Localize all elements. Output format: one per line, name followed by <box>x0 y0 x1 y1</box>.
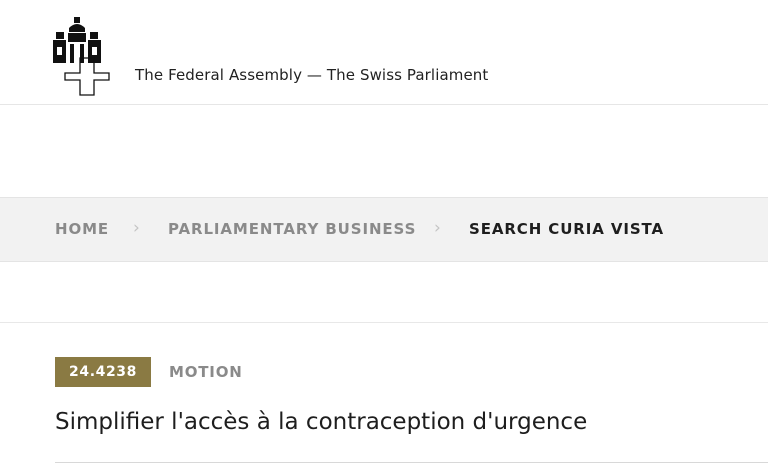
business-type-label: MOTION <box>169 363 243 381</box>
business-header: 24.4238 MOTION Simplifier l'accès à la c… <box>0 323 768 466</box>
breadcrumb-search-curia-vista: SEARCH CURIA VISTA <box>469 220 665 238</box>
breadcrumb-separator-icon: › <box>434 218 441 238</box>
breadcrumb-parliamentary-business[interactable]: PARLIAMENTARY BUSINESS <box>168 220 416 238</box>
spacer <box>0 262 768 323</box>
divider <box>55 462 768 463</box>
swiss-parliament-logo-icon[interactable] <box>53 14 119 96</box>
breadcrumb-separator-icon: › <box>133 218 140 238</box>
business-number-badge: 24.4238 <box>55 357 151 387</box>
site-title[interactable]: The Federal Assembly — The Swiss Parliam… <box>135 66 488 84</box>
business-title: Simplifier l'accès à la contraception d'… <box>55 409 588 435</box>
main-navigation: ORGANS PARLIAMENTARY BUSINESS ABOUT PARL… <box>0 105 768 265</box>
breadcrumb-home[interactable]: HOME <box>55 220 109 238</box>
site-header: The Federal Assembly — The Swiss Parliam… <box>0 0 768 105</box>
breadcrumb: HOME › PARLIAMENTARY BUSINESS › SEARCH C… <box>0 197 768 262</box>
